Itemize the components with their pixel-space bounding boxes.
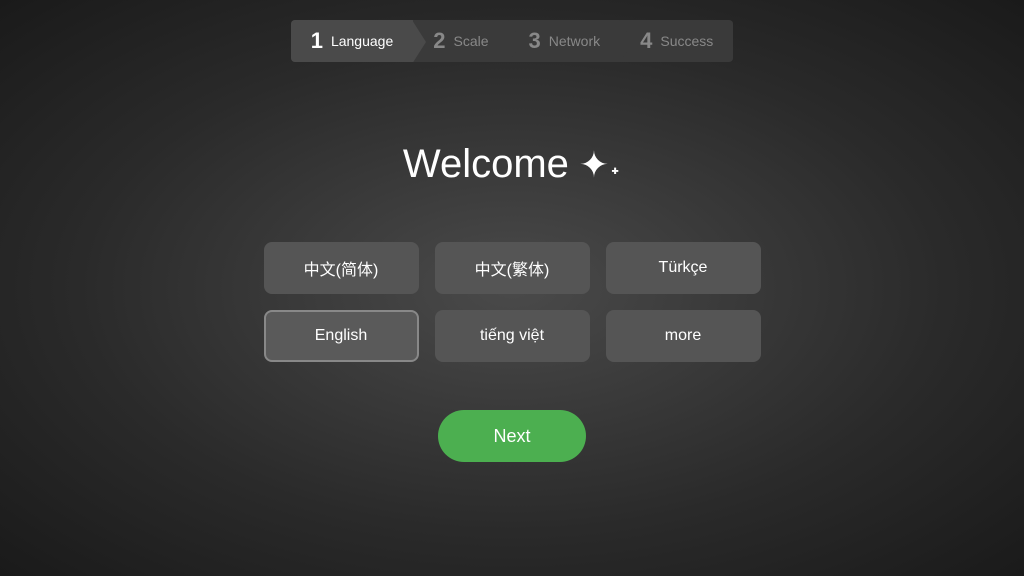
- lang-btn-en[interactable]: English: [264, 310, 419, 362]
- language-grid: 中文(简体) 中文(繁体) Türkçe English tiếng việt …: [264, 242, 761, 362]
- step-3-number: 3: [529, 30, 541, 52]
- step-2-number: 2: [433, 30, 445, 52]
- step-scale: 2 Scale: [413, 20, 508, 62]
- step-success: 4 Success: [620, 20, 733, 62]
- lang-btn-zh-hans[interactable]: 中文(简体): [264, 242, 419, 294]
- next-button[interactable]: Next: [438, 410, 586, 462]
- lang-btn-zh-hant[interactable]: 中文(繁体): [435, 242, 590, 294]
- step-network: 3 Network: [509, 20, 621, 62]
- stepper: 1 Language 2 Scale 3 Network 4 Success: [291, 20, 734, 62]
- step-1-label: Language: [331, 33, 393, 49]
- step-4-label: Success: [660, 33, 713, 49]
- step-3-label: Network: [549, 33, 600, 49]
- welcome-text: Welcome: [403, 142, 569, 187]
- lang-btn-tr[interactable]: Türkçe: [606, 242, 761, 294]
- step-1-number: 1: [311, 30, 323, 52]
- step-language: 1 Language: [291, 20, 414, 62]
- lang-btn-vi[interactable]: tiếng việt: [435, 310, 590, 362]
- step-4-number: 4: [640, 30, 652, 52]
- lang-btn-more[interactable]: more: [606, 310, 761, 362]
- welcome-title: Welcome ✦˖: [403, 142, 621, 187]
- step-2-label: Scale: [453, 33, 488, 49]
- sparkle-icon: ✦˖: [579, 144, 621, 186]
